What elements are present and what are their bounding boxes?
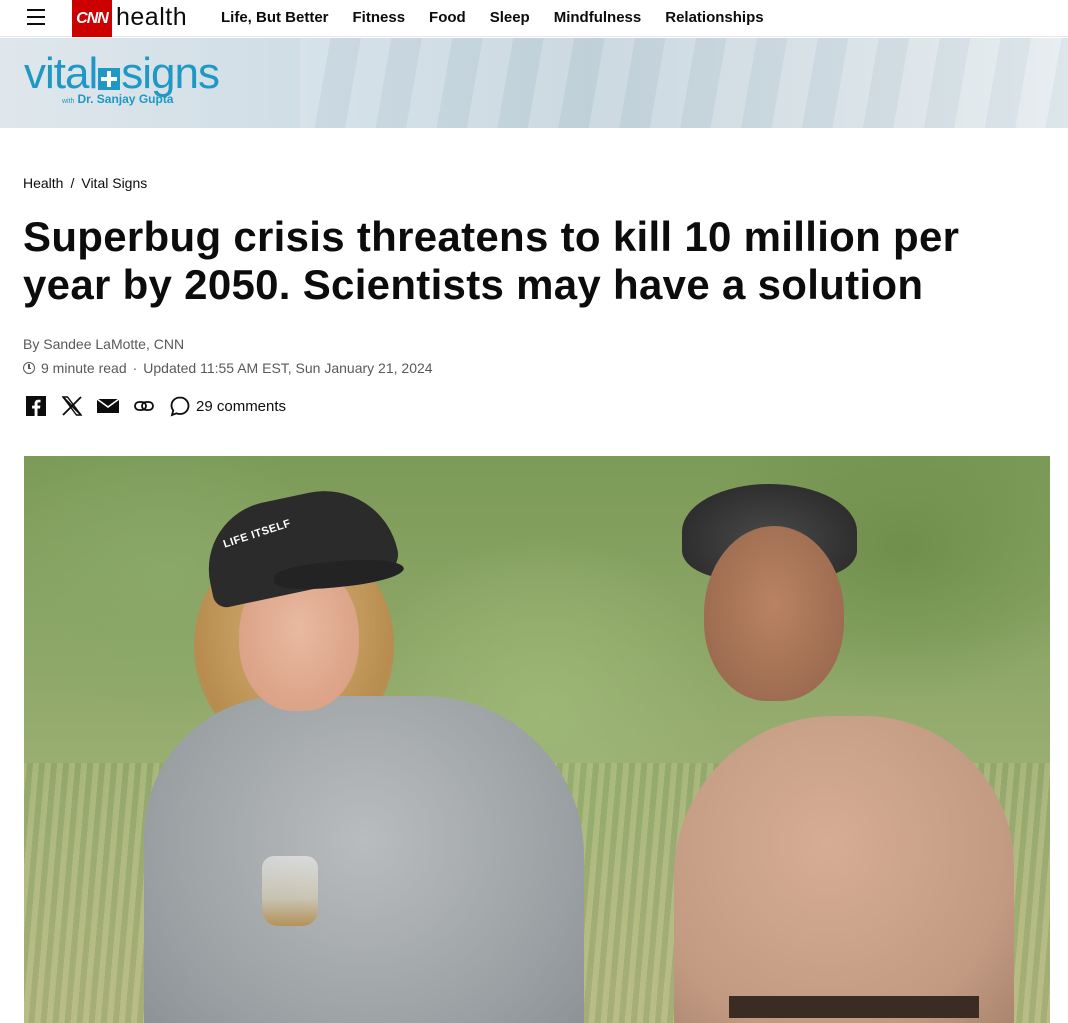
vital-signs-logo[interactable]: vital signs with Dr. Sanjay Gupta bbox=[24, 49, 220, 112]
section-nav: Life, But Better Fitness Food Sleep Mind… bbox=[209, 0, 776, 37]
nav-link-food[interactable]: Food bbox=[417, 0, 478, 37]
share-bar: 29 comments bbox=[24, 394, 286, 418]
nav-link-mindfulness[interactable]: Mindfulness bbox=[542, 0, 654, 37]
byline[interactable]: By Sandee LaMotte, CNN bbox=[23, 336, 184, 352]
logo-host: Dr. Sanjay Gupta bbox=[77, 92, 174, 106]
vital-signs-banner: vital signs with Dr. Sanjay Gupta bbox=[0, 38, 1068, 128]
cnn-logo[interactable]: CNN bbox=[72, 0, 112, 37]
breadcrumb-separator: / bbox=[70, 175, 75, 191]
logo-word-signs: signs bbox=[121, 49, 220, 98]
breadcrumb-vital-signs[interactable]: Vital Signs bbox=[81, 175, 147, 191]
hero-jar bbox=[262, 856, 318, 926]
menu-icon[interactable] bbox=[27, 9, 45, 25]
comment-icon[interactable] bbox=[168, 394, 192, 418]
logo-word-vital: vital bbox=[24, 49, 98, 98]
read-time: 9 minute read bbox=[41, 360, 127, 376]
logo-with: with bbox=[62, 98, 75, 105]
x-icon[interactable] bbox=[60, 394, 84, 418]
nav-link-fitness[interactable]: Fitness bbox=[341, 0, 418, 37]
breadcrumb-health[interactable]: Health bbox=[23, 175, 63, 191]
hero-man bbox=[674, 716, 1014, 1023]
article-meta: 9 minute read · Updated 11:55 AM EST, Su… bbox=[23, 360, 433, 376]
hero-belt bbox=[729, 996, 979, 1018]
updated-timestamp: Updated 11:55 AM EST, Sun January 21, 20… bbox=[143, 360, 433, 376]
nav-link-sleep[interactable]: Sleep bbox=[478, 0, 542, 37]
breadcrumb: Health / Vital Signs bbox=[23, 175, 147, 191]
email-icon[interactable] bbox=[96, 394, 120, 418]
article-headline: Superbug crisis threatens to kill 10 mil… bbox=[23, 213, 960, 308]
plus-cross-icon bbox=[98, 68, 121, 90]
hero-man-face bbox=[704, 526, 844, 701]
nav-link-life-but-better[interactable]: Life, But Better bbox=[209, 0, 341, 37]
section-name[interactable]: health bbox=[116, 3, 187, 32]
link-icon[interactable] bbox=[132, 394, 156, 418]
hero-image[interactable]: LIFE ITSELF bbox=[24, 456, 1050, 1023]
logo-subtitle: with Dr. Sanjay Gupta bbox=[62, 92, 173, 106]
meta-separator: · bbox=[132, 360, 138, 376]
hero-woman bbox=[144, 696, 584, 1023]
clock-icon bbox=[23, 362, 35, 374]
top-navigation: CNN health Life, But Better Fitness Food… bbox=[0, 0, 1068, 37]
nav-link-relationships[interactable]: Relationships bbox=[653, 0, 775, 37]
comments-count[interactable]: 29 comments bbox=[196, 398, 286, 415]
facebook-icon[interactable] bbox=[24, 394, 48, 418]
